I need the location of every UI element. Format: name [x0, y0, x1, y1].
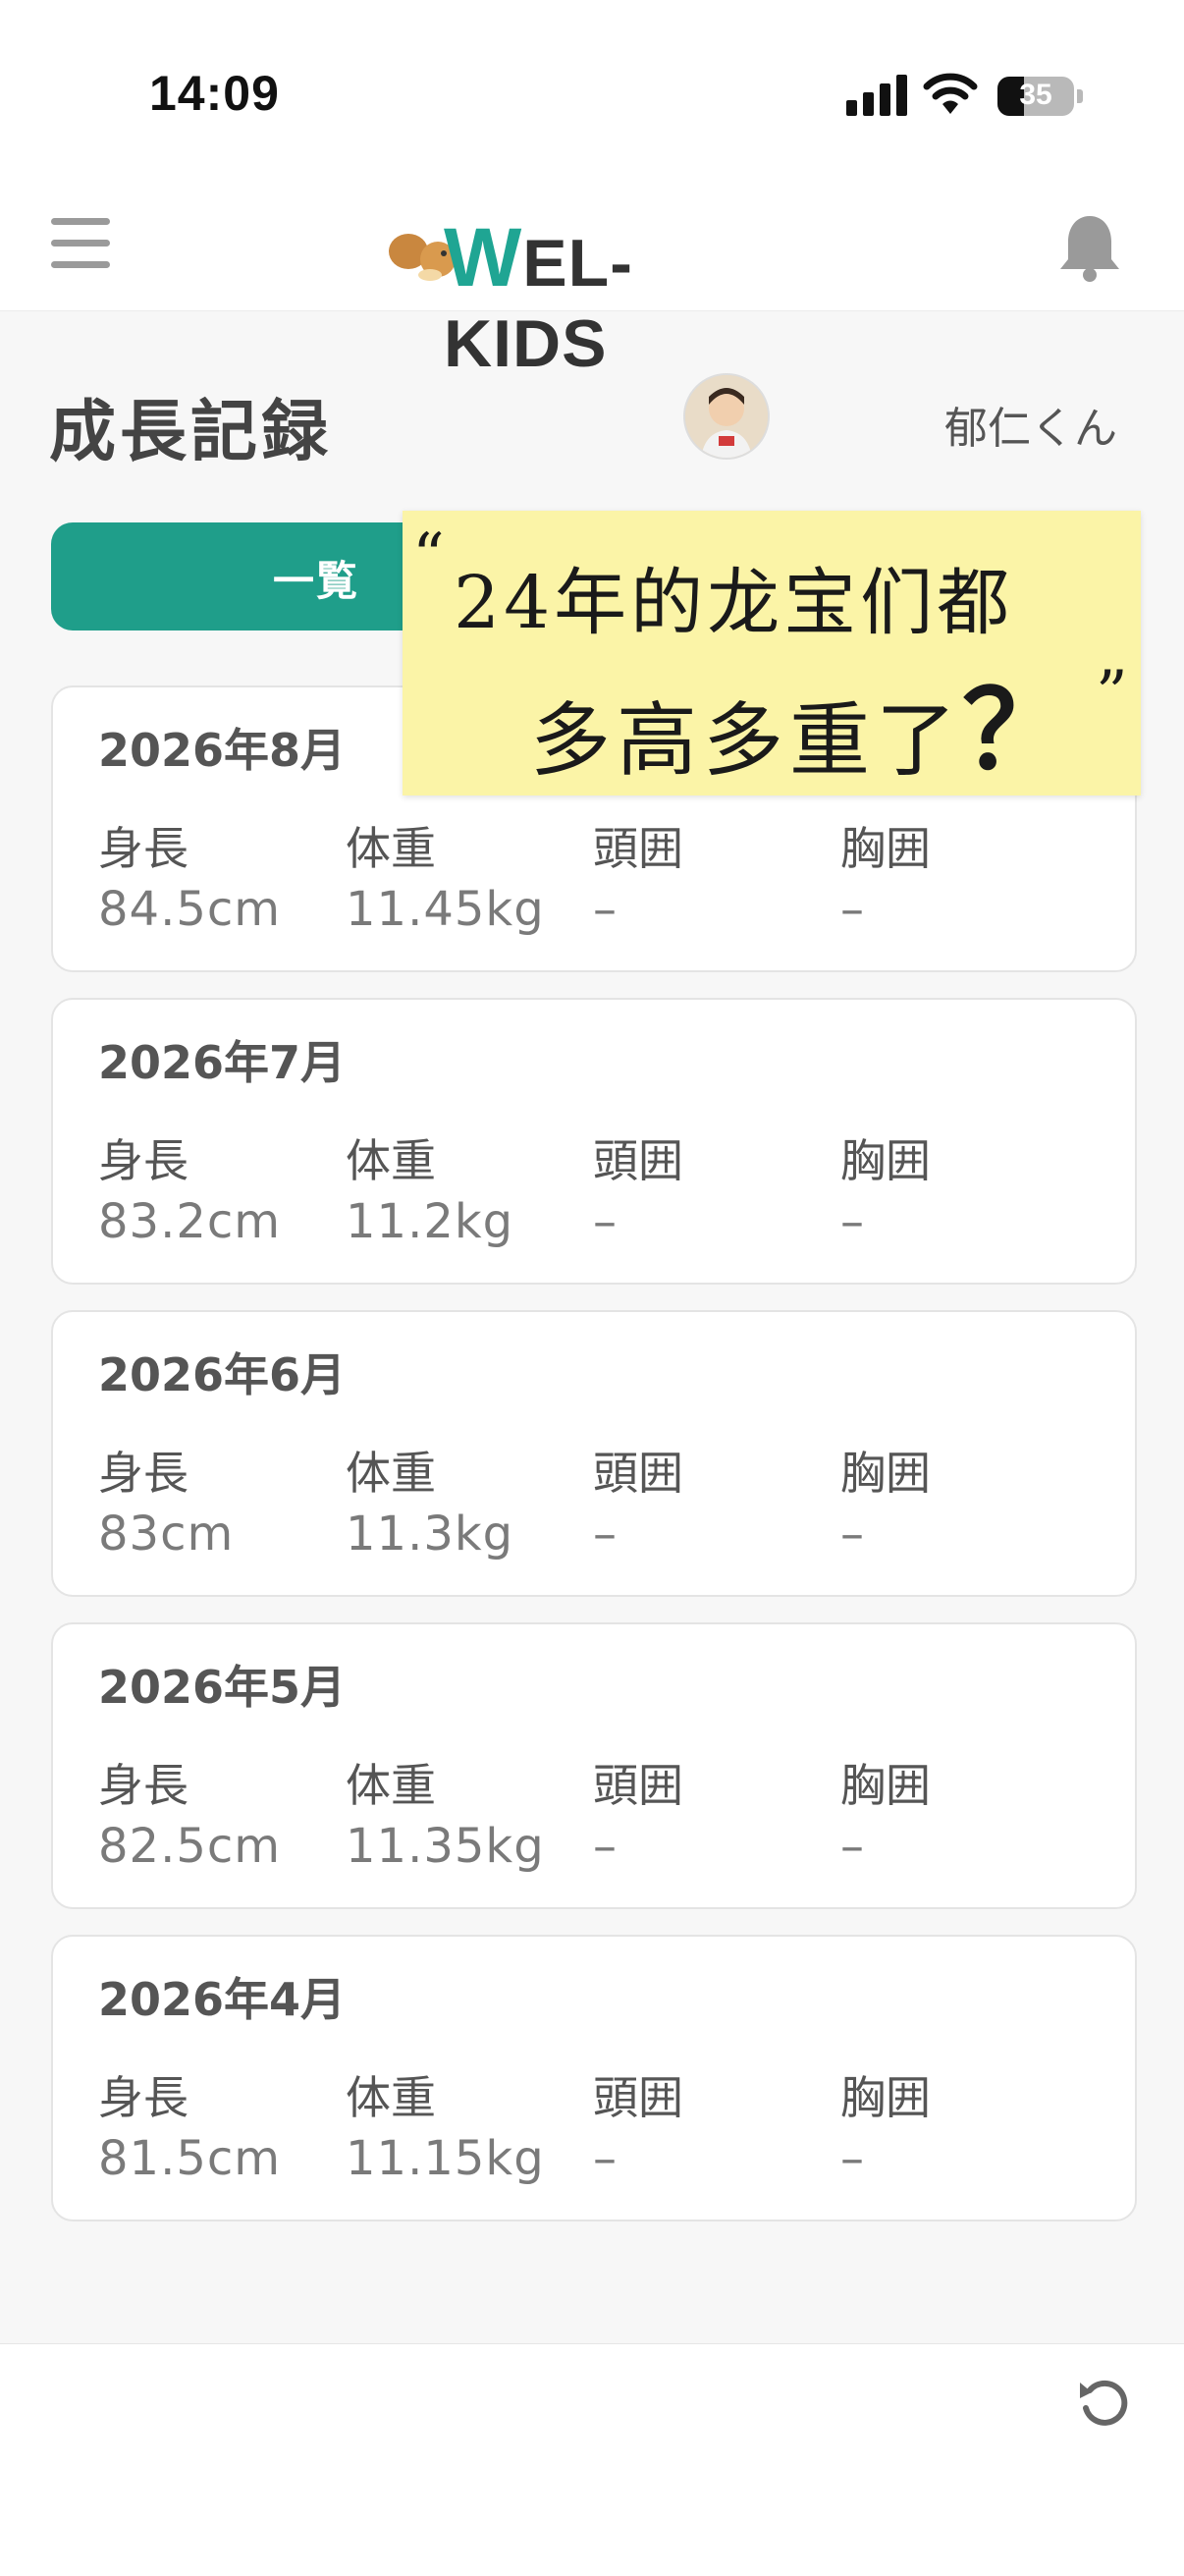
note-close-quote: ”: [1096, 658, 1128, 731]
height-value: 83.2cm: [98, 1194, 282, 1249]
record-date: 2026年4月: [98, 1973, 347, 2026]
child-name[interactable]: 郁仁くん: [944, 393, 1117, 456]
record-card[interactable]: 2026年4月 身長 体重 頭囲 胸囲 81.5cm 11.15kg – –: [51, 1935, 1137, 2221]
height-label: 身長: [98, 1447, 188, 1500]
logo-w: W: [444, 211, 523, 303]
weight-label: 体重: [346, 1447, 436, 1500]
height-label: 身長: [98, 2071, 188, 2124]
wifi-icon: [923, 73, 978, 114]
chest-value: –: [840, 1507, 865, 1562]
head-label: 頭囲: [593, 1447, 683, 1500]
chest-label: 胸囲: [840, 1759, 931, 1812]
height-label: 身長: [98, 822, 188, 875]
height-label: 身長: [98, 1134, 188, 1187]
note-question-mark: ？: [962, 671, 1077, 792]
chest-label: 胸囲: [840, 1134, 931, 1187]
signal-icon: [846, 75, 909, 116]
weight-value: 11.2kg: [346, 1194, 514, 1249]
head-label: 頭囲: [593, 1759, 683, 1812]
battery-tip: [1077, 89, 1083, 103]
height-label: 身長: [98, 1759, 188, 1812]
chest-label: 胸囲: [840, 2071, 931, 2124]
record-date: 2026年5月: [98, 1661, 347, 1714]
head-value: –: [593, 2131, 618, 2186]
height-value: 82.5cm: [98, 1819, 282, 1874]
note-line-1: 24年的龙宝们都: [454, 561, 1014, 645]
chest-value: –: [840, 2131, 865, 2186]
tab-list-label: 一覧: [273, 557, 360, 605]
status-bar: 14:09 35: [0, 0, 1184, 187]
weight-label: 体重: [346, 2071, 436, 2124]
bottom-bar: [0, 2343, 1184, 2576]
menu-icon[interactable]: [51, 218, 110, 269]
record-card[interactable]: 2026年7月 身長 体重 頭囲 胸囲 83.2cm 11.2kg – –: [51, 998, 1137, 1285]
status-time: 14:09: [149, 66, 280, 121]
battery-icon: 35: [997, 77, 1074, 116]
chest-value: –: [840, 1194, 865, 1249]
chest-value: –: [840, 1819, 865, 1874]
chest-label: 胸囲: [840, 1447, 931, 1500]
head-label: 頭囲: [593, 2071, 683, 2124]
note-line-2: 多高多重了？: [530, 642, 1076, 799]
bell-icon[interactable]: [1052, 210, 1127, 285]
record-card[interactable]: 2026年5月 身長 体重 頭囲 胸囲 82.5cm 11.35kg – –: [51, 1622, 1137, 1909]
child-photo-icon: [685, 375, 768, 458]
head-label: 頭囲: [593, 1134, 683, 1187]
weight-value: 11.45kg: [346, 882, 545, 937]
weight-label: 体重: [346, 1759, 436, 1812]
head-value: –: [593, 1819, 618, 1874]
weight-label: 体重: [346, 1134, 436, 1187]
refresh-icon[interactable]: [1074, 2373, 1133, 2432]
weight-label: 体重: [346, 822, 436, 875]
logo-wordmark: WEL-KIDS: [444, 210, 795, 382]
app-logo[interactable]: WEL-KIDS: [383, 192, 795, 381]
record-date: 2026年6月: [98, 1348, 347, 1401]
note-line-2-text: 多高多重了: [530, 694, 963, 788]
weight-value: 11.15kg: [346, 2131, 545, 2186]
head-value: –: [593, 1194, 618, 1249]
height-value: 81.5cm: [98, 2131, 282, 2186]
record-date: 2026年8月: [98, 724, 347, 777]
avatar[interactable]: [683, 373, 770, 460]
record-card[interactable]: 2026年6月 身長 体重 頭囲 胸囲 83cm 11.3kg – –: [51, 1310, 1137, 1597]
head-label: 頭囲: [593, 822, 683, 875]
weight-value: 11.3kg: [346, 1507, 514, 1562]
chest-value: –: [840, 882, 865, 937]
head-value: –: [593, 882, 618, 937]
overlay-note: “ 24年的龙宝们都 多高多重了？ ”: [403, 511, 1141, 795]
record-date: 2026年7月: [98, 1036, 347, 1089]
battery-percent: 35: [1019, 79, 1052, 111]
height-value: 84.5cm: [98, 882, 282, 937]
weight-value: 11.35kg: [346, 1819, 545, 1874]
head-value: –: [593, 1507, 618, 1562]
page-title: 成長記録: [49, 394, 333, 471]
chest-label: 胸囲: [840, 822, 931, 875]
height-value: 83cm: [98, 1507, 235, 1562]
note-open-quote: “: [412, 521, 445, 593]
